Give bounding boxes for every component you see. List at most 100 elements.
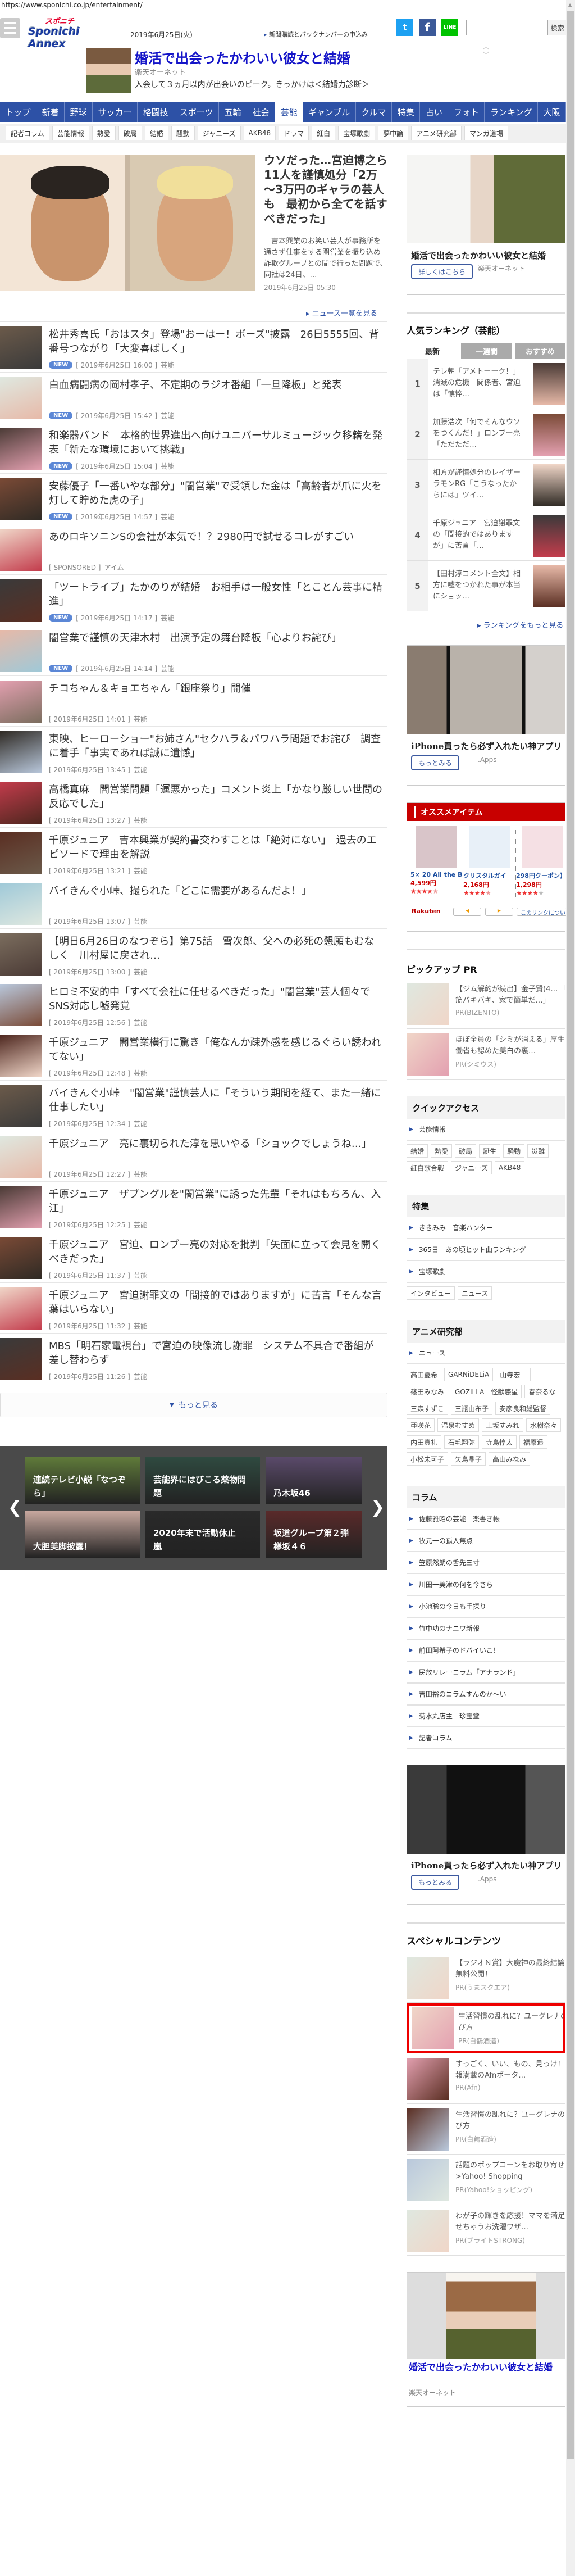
carousel-tile[interactable]: 乃木坂46 (266, 1457, 362, 1504)
news-item[interactable]: 千原ジュニア 宮迫、ロンブー亮の対応を批判「矢面に立って会見を開くべきだった」 2… (0, 1232, 387, 1283)
ranking-thumbnail[interactable] (533, 464, 565, 506)
section-link[interactable]: ニュース (407, 1343, 565, 1364)
news-title[interactable]: 千原ジュニア 亮に裏切られた淳を思いやる「ショックでしょうね…」 (49, 1137, 383, 1151)
about-link[interactable]: このリンクについて (517, 908, 567, 916)
section-link[interactable]: 笠原然朗の舌先三寸 (407, 1552, 565, 1574)
ad-more-button[interactable]: もっとみる (411, 1875, 459, 1890)
news-title[interactable]: 千原ジュニア 宮迫謝罪文の「間接的ではありますが」に苦言「そんな言葉はいらない」 (49, 1289, 383, 1317)
tag[interactable]: 安彦良和総監督 (495, 1402, 551, 1415)
subnav-item[interactable]: 紅白 (312, 126, 336, 140)
ranking-title[interactable]: 千原ジュニア 宮迫謝罪文の「間接的ではありますが」に苦言「… (433, 518, 524, 552)
pr-title[interactable]: 【ジム解約が続出】金子賢(4… 「腹筋バキバキ、家で簡単だ…」 (455, 984, 565, 1006)
news-thumbnail[interactable] (0, 326, 42, 369)
carousel-tile[interactable]: 芸能界にはびこる薬物問題 (145, 1457, 260, 1504)
tag[interactable]: GOZILLA 怪獣惑星 (451, 1385, 522, 1398)
pr-thumbnail[interactable] (412, 2007, 454, 2049)
rakuten-logo[interactable]: Rakuten (412, 908, 441, 915)
tag[interactable]: 山寺宏一 (496, 1368, 531, 1381)
tag[interactable]: 福原遥 (519, 1435, 548, 1449)
pr-title[interactable]: ほぼ全員の「シミが消える」厚生労働省も認めた美白の裏… (455, 1035, 565, 1057)
ranking-item[interactable]: 2 加藤浩次「何でそんなウソをつくんだ！」ロンブー亮「ただただ… (407, 409, 565, 460)
ad-details-button[interactable]: 詳しくはこちら (411, 264, 473, 279)
pr-thumbnail[interactable] (407, 2210, 449, 2252)
recommended-item[interactable]: 298円クーポン】 1,298円 ★★★★★ (516, 826, 569, 897)
more-button[interactable]: ▼ もっと見る (0, 1393, 387, 1417)
subnav-item[interactable]: アニメ研究部 (411, 126, 462, 140)
subnav-item[interactable]: 結婚 (144, 126, 168, 140)
nav-item-0[interactable]: トップ (0, 102, 37, 122)
ranking-tab[interactable]: おすすめ (514, 343, 565, 359)
news-thumbnail[interactable] (0, 529, 42, 571)
news-thumbnail[interactable] (0, 832, 42, 874)
ranking-tab[interactable]: 一週間 (461, 343, 512, 359)
nav-item-2[interactable]: 野球 (65, 102, 93, 122)
search-input[interactable] (466, 20, 547, 35)
subnav-item[interactable]: マンガ道場 (464, 126, 508, 140)
news-item[interactable]: 安藤優子「一番いやな部分」"闇営業"で受領した金は「高齢者が爪に火を灯して貯めた… (0, 474, 387, 524)
subnav-item[interactable]: ジャニーズ (197, 126, 241, 140)
section-link[interactable]: 佐藤雅昭の芸能 楽書き帳 (407, 1508, 565, 1530)
news-title[interactable]: バイきんぐ小峠 "闇営業"謹慎芸人に「そういう期間を経て、また一緒に仕事したい」 (49, 1086, 383, 1114)
subnav-item[interactable]: 夢中論 (378, 126, 409, 140)
tag[interactable]: 矢島晶子 (451, 1452, 486, 1466)
twitter-icon[interactable]: t (396, 19, 413, 36)
ad-image[interactable] (86, 48, 131, 93)
news-item[interactable]: 東映、ヒーローショー"お姉さん"セクハラ＆パワハラ問題でお詫び 調査に着手「事実… (0, 727, 387, 777)
top-story-title[interactable]: ウソだった…宮迫博之ら11人を謹慎処分「2万～3万円のギャラの芸人も 最初から全… (264, 153, 387, 226)
news-item[interactable]: ヒロミ不安的中「すべて会社に任せるべきだった」"闇営業"芸人個々でSNS対応し嘘… (0, 979, 387, 1030)
news-title[interactable]: 千原ジュニア ザブングルを"闇営業"に誘った先輩「それはもちろん、入江」 (49, 1187, 383, 1216)
nav-item-8[interactable]: 芸能 (275, 102, 303, 122)
tag[interactable]: 災難 (527, 1144, 549, 1158)
nav-item-7[interactable]: 社会 (247, 102, 276, 122)
news-item[interactable]: 千原ジュニア 宮迫謝罪文の「間接的ではありますが」に苦言「そんな言葉はいらない」… (0, 1283, 387, 1334)
news-item[interactable]: チコちゃん＆キョエちゃん「銀座祭り」開催 2019年6月25日 14:01芸能 (0, 676, 387, 727)
tag[interactable]: 温泉むすめ (437, 1418, 480, 1432)
news-title[interactable]: MBS「明石家電視台」で宮迫の映像流し謝罪 システム不具合で番組が差し替わらず (49, 1339, 383, 1367)
tag[interactable]: 騒動 (503, 1144, 525, 1158)
pr-title[interactable]: 生活習慣の乱れに？ユーグレナの選び方 (455, 2110, 565, 2132)
news-item[interactable]: 闇営業で謹慎の天津木村 出演予定の舞台降板「心よりお詫び」 NEW2019年6月2… (0, 625, 387, 676)
tag[interactable]: 篠田みなみ (407, 1385, 449, 1398)
section-link[interactable]: 川田一美津の何を今さら (407, 1574, 565, 1596)
news-title[interactable]: 千原ジュニア 闇営業横行に驚き「俺なんか疎外感を感じるぐらい誘われてない」 (49, 1036, 383, 1064)
pr-title[interactable]: 話題のポップコーンをお取り寄せ！>Yahoo! Shopping (455, 2160, 565, 2183)
news-item[interactable]: 千原ジュニア ザブングルを"闇営業"に誘った先輩「それはもちろん、入江」 2019… (0, 1182, 387, 1232)
pr-item[interactable]: 話題のポップコーンをお取り寄せ！>Yahoo! Shopping PR(Yahoo… (407, 2155, 565, 2205)
news-thumbnail[interactable] (0, 933, 42, 976)
tag[interactable]: 誕生 (479, 1144, 501, 1158)
news-item[interactable]: 千原ジュニア 闇営業横行に驚き「俺なんか疎外感を感じるぐらい誘われてない」 201… (0, 1030, 387, 1081)
news-title[interactable]: 闇営業で謹慎の天津木村 出演予定の舞台降板「心よりお詫び」 (49, 631, 383, 645)
tag[interactable]: 高田憂希 (407, 1368, 442, 1381)
section-link[interactable]: 吉田裕のコラムすんのか～い (407, 1684, 565, 1706)
site-logo[interactable]: スポニチ Sponichi Annex (28, 18, 121, 50)
scroll-up-icon[interactable]: ▲ (568, 2, 572, 7)
pr-item[interactable]: 【ラジオＮ賞】大魔神の最終結論を無料公開！ PR(うまスクエア) (407, 1952, 565, 2003)
item-image[interactable] (469, 826, 510, 868)
news-thumbnail[interactable] (0, 883, 42, 925)
subnav-item[interactable]: 破局 (118, 126, 142, 140)
nav-item-6[interactable]: 五輪 (219, 102, 248, 122)
ranking-item[interactable]: 4 千原ジュニア 宮迫謝罪文の「間接的ではありますが」に苦言「… (407, 510, 565, 561)
ad-info-icon[interactable]: ⓘ (483, 46, 489, 55)
pr-title[interactable]: 生活習慣の乱れに？ユーグレナの選び方 (458, 2011, 563, 2034)
subnav-item[interactable]: AKB48 (243, 126, 276, 140)
news-title[interactable]: 【明日6月26日のなつぞら】第75話 雪次郎、父への必死の懇願もむなしく 川村屋… (49, 935, 383, 963)
ad-more-button[interactable]: もっとみる (411, 755, 459, 770)
tag[interactable]: 上坂すみれ (482, 1418, 524, 1432)
news-title[interactable]: 高橋真麻 闇営業問題「運悪かった」コメント炎上「かなり厳しい世間の反応でした」 (49, 783, 383, 811)
nav-item-9[interactable]: ギャンブル (303, 102, 356, 122)
pr-title[interactable]: 【ラジオＮ賞】大魔神の最終結論を無料公開！ (455, 1958, 565, 1980)
tag[interactable]: 亜咲花 (407, 1418, 435, 1432)
ranking-item[interactable]: 3 相方が謹慎処分のレイザーラモンRG「こうなったからには」ツイ… (407, 460, 565, 510)
pr-thumbnail[interactable] (407, 2058, 449, 2100)
tag[interactable]: 高山みなみ (489, 1452, 531, 1466)
nav-item-4[interactable]: 格闘技 (138, 102, 175, 122)
ranking-thumbnail[interactable] (533, 565, 565, 607)
news-thumbnail[interactable] (0, 1035, 42, 1077)
nav-item-10[interactable]: クルマ (356, 102, 393, 122)
sidebar-ad[interactable]: 婚活で出会ったかわいい彼女と結婚 詳しくはこちら 楽天オーネット (407, 155, 565, 295)
prev-button[interactable]: ◀ (453, 908, 481, 916)
carousel-tile[interactable]: 連続テレビ小説「なつぞら」 (25, 1457, 140, 1504)
news-thumbnail[interactable] (0, 579, 42, 622)
tag[interactable]: 小松未可子 (407, 1452, 449, 1466)
